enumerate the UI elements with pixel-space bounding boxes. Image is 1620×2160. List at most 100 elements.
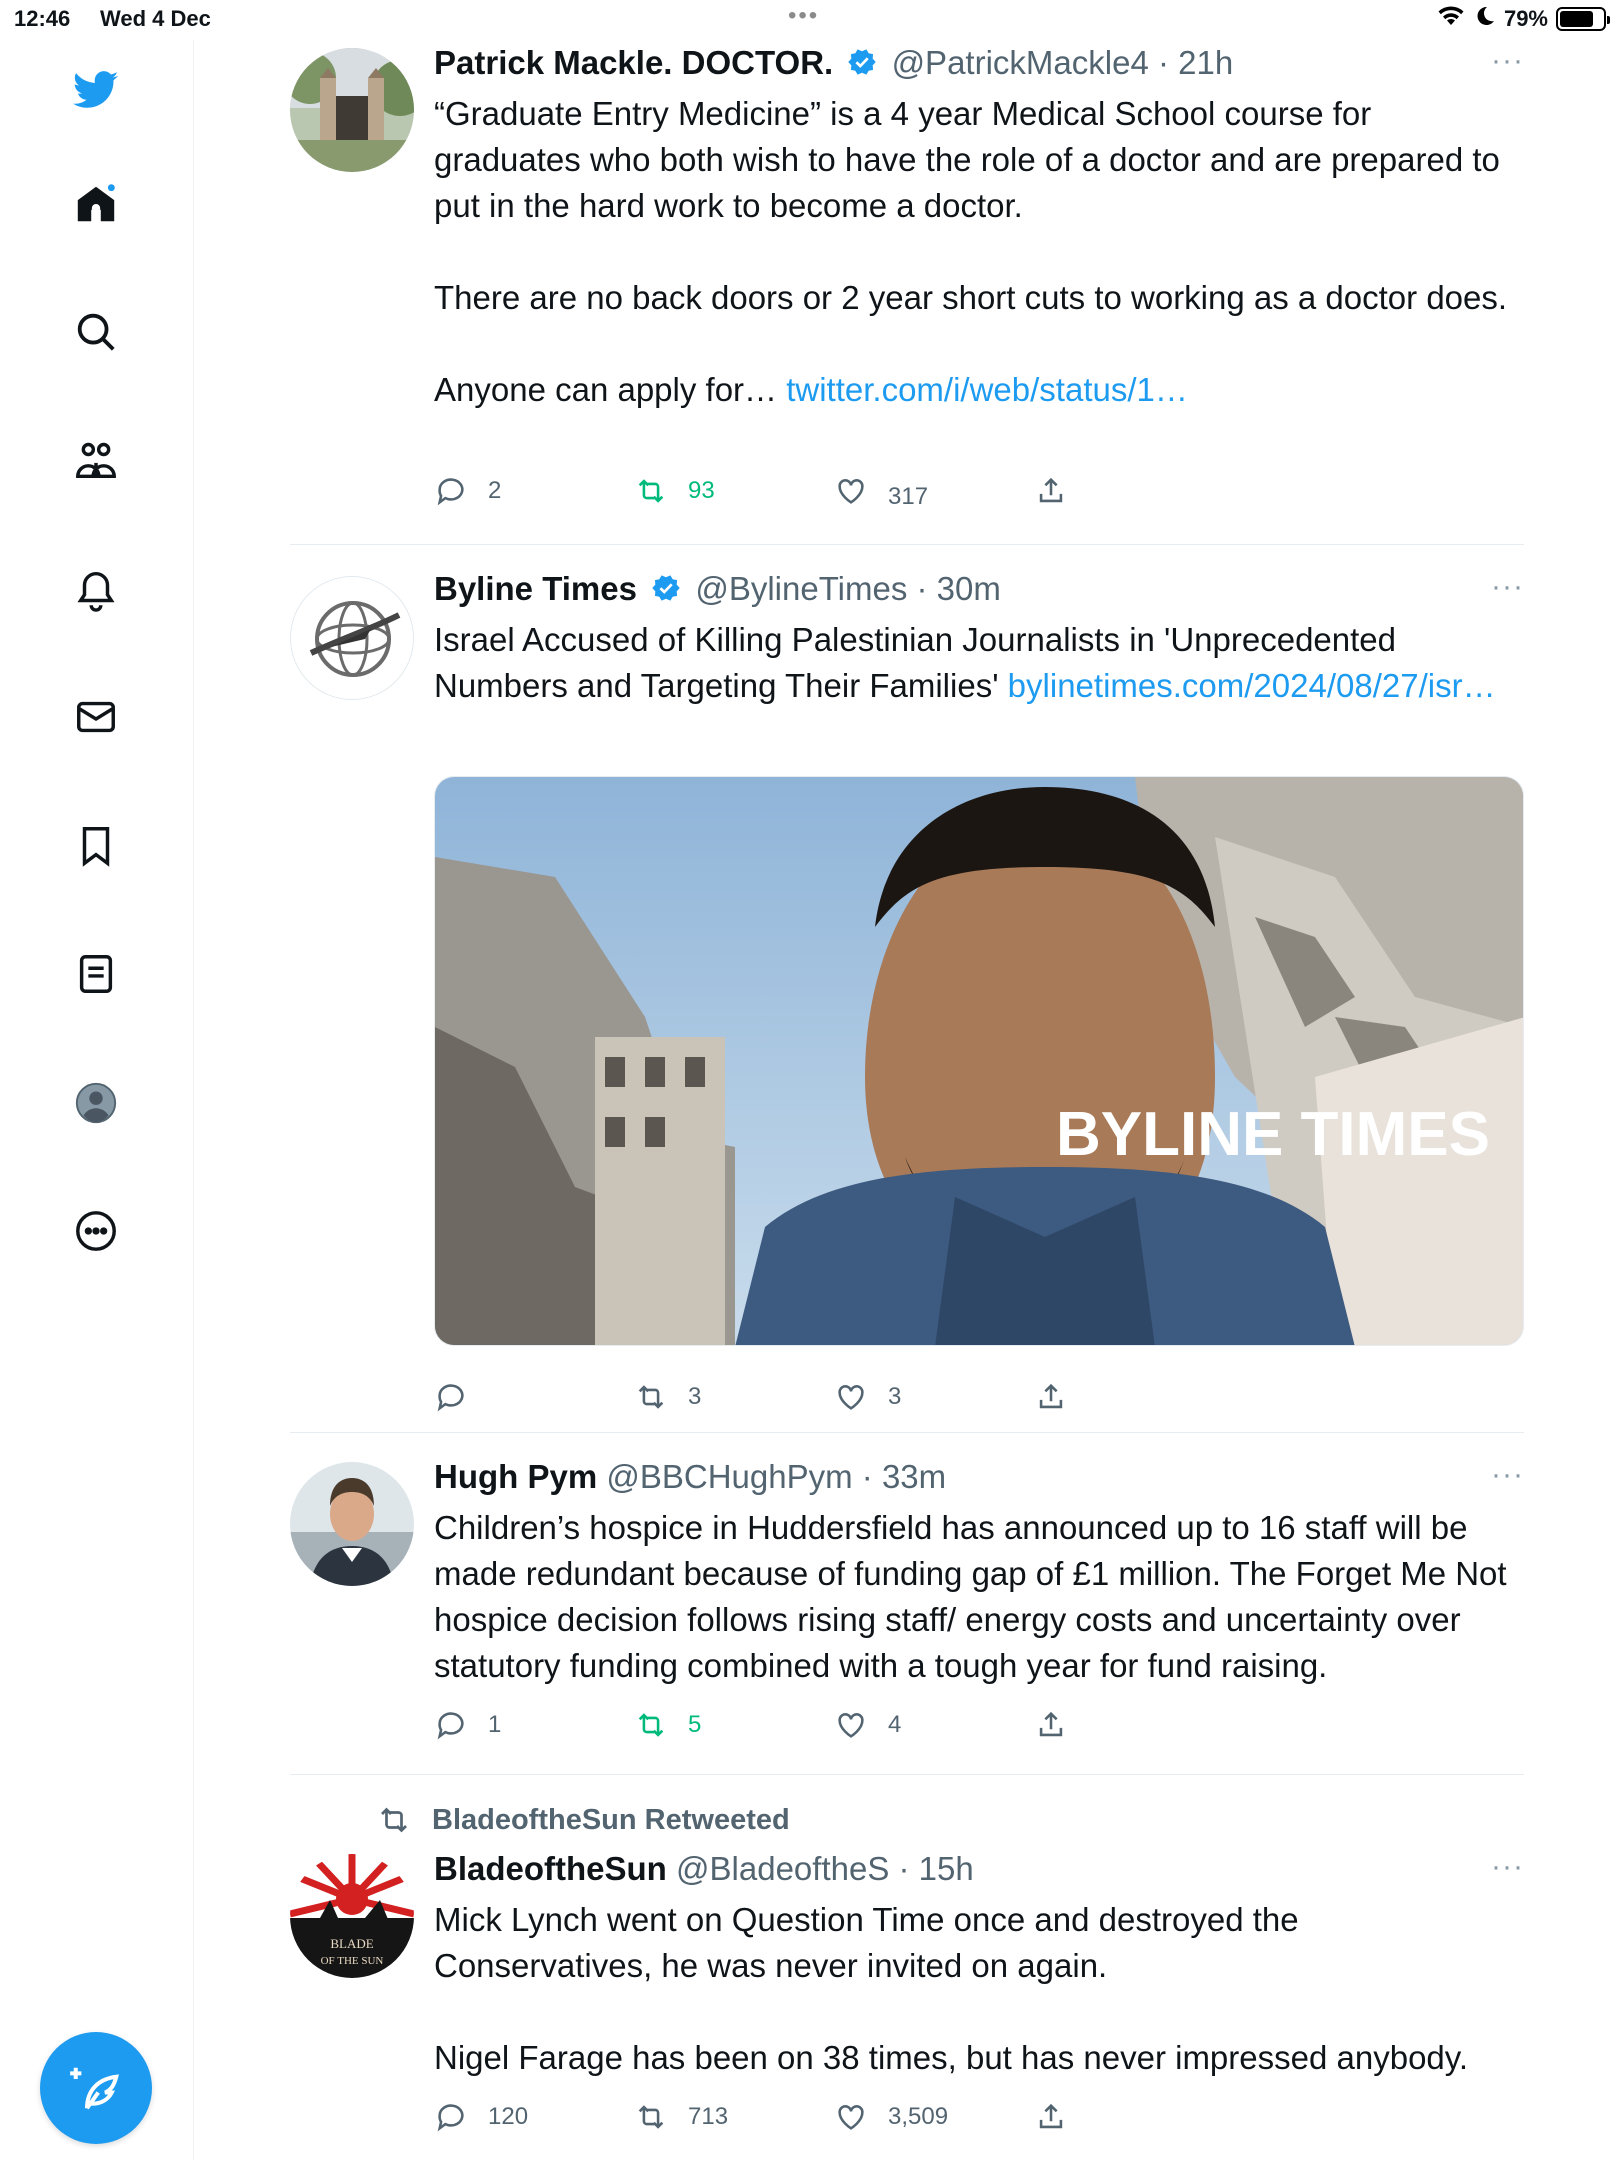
author-name[interactable]: Byline Times — [434, 570, 637, 607]
author-handle[interactable]: @BylineTimes — [695, 570, 907, 607]
more-options-icon[interactable]: ··· — [1491, 1850, 1524, 1884]
tweet-text: Children’s hospice in Huddersfield has a… — [434, 1505, 1524, 1689]
battery-percent: 79% — [1503, 6, 1548, 31]
status-date: Wed 4 Dec — [100, 6, 211, 31]
share-button[interactable] — [1034, 1380, 1068, 1414]
retweet-icon — [638, 1385, 664, 1409]
tweet-header: Byline Times @BylineTimes · 30m — [434, 570, 1001, 612]
author-handle[interactable]: @BladeoftheS — [676, 1850, 889, 1887]
tweet-link[interactable]: twitter.com/i/web/status/1… — [786, 371, 1188, 408]
status-indicators: 79% — [1436, 4, 1610, 34]
share-button[interactable] — [1034, 474, 1068, 508]
retweet-button[interactable]: 713 — [634, 2100, 728, 2134]
retweet-icon — [638, 479, 664, 503]
tweet-divider — [290, 544, 1524, 545]
like-icon — [838, 1713, 864, 1738]
tweet-paragraph: There are no back doors or 2 year short … — [434, 279, 1508, 316]
tweet-actions: 3 3 — [434, 1380, 1114, 1420]
reply-button[interactable]: 1 — [434, 1708, 501, 1742]
tweet-time[interactable]: 30m — [937, 570, 1001, 607]
more-options-icon[interactable]: ··· — [1491, 570, 1524, 604]
like-icon — [838, 479, 864, 504]
retweet-button[interactable]: 3 — [634, 1380, 701, 1414]
author-handle[interactable]: @BBCHughPym — [606, 1458, 852, 1495]
tweet-divider — [290, 1774, 1524, 1775]
avatar[interactable] — [290, 1462, 414, 1586]
reply-icon — [437, 478, 464, 506]
tweet-header: Patrick Mackle. DOCTOR. @PatrickMackle4 … — [434, 44, 1233, 86]
tweet-text: Mick Lynch went on Question Time once an… — [434, 1897, 1524, 2081]
battery-icon — [1556, 7, 1610, 31]
verified-badge-icon — [650, 572, 682, 612]
reply-icon — [437, 1712, 464, 1740]
avatar[interactable] — [290, 48, 414, 172]
reply-count: 2 — [488, 477, 502, 504]
lists-icon[interactable] — [66, 944, 126, 1004]
tweet-time[interactable]: 33m — [882, 1458, 946, 1495]
avatar[interactable] — [290, 576, 414, 700]
sidebar-nav — [0, 40, 194, 2160]
more-options-icon[interactable]: ··· — [1491, 44, 1524, 78]
messages-icon[interactable] — [66, 687, 126, 747]
home-icon[interactable] — [66, 174, 126, 234]
more-options-icon[interactable]: ··· — [1491, 1458, 1524, 1492]
wifi-icon — [1436, 4, 1466, 34]
retweet-count: 93 — [688, 477, 715, 504]
share-icon — [1039, 2103, 1063, 2129]
author-name[interactable]: Hugh Pym — [434, 1458, 597, 1495]
reply-count: 1 — [488, 1711, 502, 1738]
bookmarks-icon[interactable] — [66, 816, 126, 876]
tweet-paragraph: Children’s hospice in Huddersfield has a… — [434, 1509, 1507, 1684]
tweet-paragraph: Anyone can apply for… — [434, 371, 778, 408]
retweet-button[interactable]: 93 — [634, 474, 715, 508]
author-handle[interactable]: @PatrickMackle4 — [892, 44, 1149, 81]
profile-icon[interactable] — [66, 1073, 126, 1133]
retweet-button[interactable]: 5 — [634, 1708, 701, 1742]
retweet-context-label[interactable]: BladeoftheSun Retweeted — [432, 1804, 790, 1837]
share-button[interactable] — [1034, 1708, 1068, 1742]
tweet-time[interactable]: 21h — [1178, 44, 1233, 81]
tweet-actions: 2 93 317 — [434, 474, 1114, 514]
reply-button[interactable]: 120 — [434, 2100, 528, 2134]
tweet-time[interactable]: 15h — [919, 1850, 974, 1887]
separator: · — [1157, 44, 1169, 81]
retweet-icon — [381, 1807, 407, 1833]
author-name[interactable]: BladeoftheSun — [434, 1850, 667, 1887]
like-count: 317 — [888, 483, 929, 510]
status-time: 12:46 — [14, 6, 71, 31]
like-icon — [838, 2105, 864, 2130]
avatar[interactable]: BLADE OF THE SUN — [290, 1854, 414, 1978]
like-button[interactable]: 3,509 — [834, 2100, 948, 2134]
share-icon — [1039, 1711, 1063, 1737]
separator: · — [916, 570, 928, 607]
like-button[interactable]: 4 — [834, 1708, 901, 1742]
tweet-text: “Graduate Entry Medicine” is a 4 year Me… — [434, 91, 1524, 413]
search-icon[interactable] — [66, 302, 126, 362]
like-button[interactable]: 3 — [834, 1380, 901, 1414]
like-icon — [838, 1385, 864, 1410]
more-menu-icon[interactable] — [66, 1201, 126, 1261]
reply-icon — [437, 2104, 464, 2132]
retweet-count: 713 — [688, 2103, 729, 2130]
reply-button[interactable]: 2 — [434, 474, 501, 508]
author-name[interactable]: Patrick Mackle. DOCTOR. — [434, 44, 833, 81]
tweet-text: Israel Accused of Killing Palestinian Jo… — [434, 617, 1524, 709]
compose-tweet-button[interactable] — [40, 2032, 152, 2144]
multitasking-dots-icon[interactable]: ••• — [788, 2, 819, 30]
tweet-paragraph: “Graduate Entry Medicine” is a 4 year Me… — [434, 95, 1500, 224]
twitter-logo-icon[interactable] — [66, 60, 126, 120]
retweet-count: 3 — [688, 1383, 702, 1410]
reply-button[interactable] — [434, 1380, 488, 1414]
notifications-icon[interactable] — [66, 559, 126, 619]
verified-badge-icon — [846, 46, 878, 86]
like-button[interactable]: 317 — [834, 474, 929, 510]
share-icon — [1039, 1383, 1063, 1409]
tweet-link[interactable]: bylinetimes.com/2024/08/27/isr… — [1008, 667, 1496, 704]
media-watermark: BYLINE TIMES — [1056, 1100, 1490, 1169]
like-count: 3,509 — [888, 2103, 949, 2130]
tweet-header: Hugh Pym @BBCHughPym · 33m — [434, 1458, 946, 1496]
retweet-icon — [638, 2105, 664, 2129]
tweet-media-image[interactable]: BYLINE TIMES — [434, 776, 1524, 1346]
communities-icon[interactable] — [66, 431, 126, 491]
share-button[interactable] — [1034, 2100, 1068, 2134]
